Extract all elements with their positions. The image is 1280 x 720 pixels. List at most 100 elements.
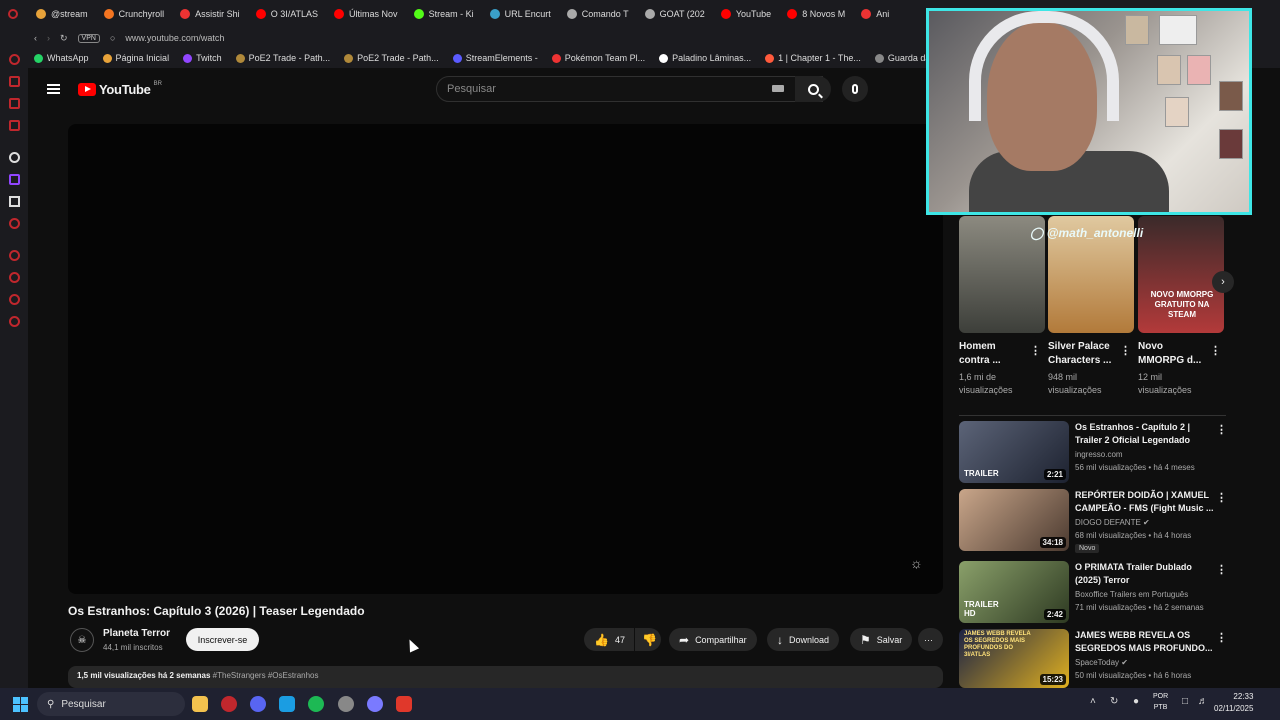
bookmark-chapter[interactable]: 1 | Chapter 1 - The...	[765, 53, 861, 63]
tab-atlas[interactable]: O 3I/ATLAS	[248, 0, 326, 28]
short-menu-icon[interactable]: ⋮	[1210, 344, 1221, 357]
bookmark-poe2-trade-1[interactable]: PoE2 Trade - Path...	[235, 53, 330, 63]
bookmark-streamelements[interactable]: StreamElements -	[452, 53, 538, 63]
opera-icon[interactable]	[221, 696, 237, 712]
search-button[interactable]	[795, 76, 831, 102]
back-icon[interactable]: ‹	[34, 33, 37, 43]
sidebar-clock-icon[interactable]	[9, 272, 20, 283]
related-menu-icon[interactable]: ⋮	[1216, 423, 1227, 436]
file-explorer-icon[interactable]	[192, 696, 208, 712]
like-button[interactable]: 👍 47	[584, 628, 634, 651]
sidebar-box-icon[interactable]	[9, 120, 20, 131]
tab-assistir[interactable]: Assistir Shi	[172, 0, 248, 28]
related-channel[interactable]: ingresso.com	[1075, 450, 1123, 459]
menu-icon[interactable]	[47, 84, 60, 94]
bookmark-pokemon[interactable]: Pokémon Team Pl...	[551, 53, 645, 63]
next-shorts-button[interactable]: ›	[1212, 271, 1234, 293]
tab-goat[interactable]: GOAT (202	[637, 0, 713, 28]
tab-url[interactable]: URL Encurt	[482, 0, 559, 28]
sidebar-history-icon[interactable]	[9, 250, 20, 261]
channel-avatar[interactable]: ☠	[70, 628, 94, 652]
short-thumbnail[interactable]: NOVO MMORPG GRATUITO NA STEAM	[1138, 216, 1224, 333]
keyboard-icon[interactable]	[772, 85, 784, 92]
bookmark-pagina-inicial[interactable]: Página Inicial	[102, 53, 169, 63]
related-channel[interactable]: DIOGO DEFANTE ✔	[1075, 518, 1150, 527]
short-title[interactable]: Novo MMORPG d...	[1138, 340, 1218, 368]
related-title[interactable]: O PRIMATA Trailer Dublado (2025) Terror	[1075, 561, 1215, 587]
related-title[interactable]: Os Estranhos - Capítulo 2 | Trailer 2 Ofi…	[1075, 421, 1215, 447]
tab-favicon-icon	[180, 9, 191, 19]
sidebar-aria-icon[interactable]	[9, 54, 20, 65]
short-menu-icon[interactable]: ⋮	[1120, 344, 1131, 357]
related-channel[interactable]: SpaceToday ✔	[1075, 658, 1128, 667]
tray-network-icon[interactable]: □	[1182, 696, 1188, 707]
sidebar-messenger-icon[interactable]	[9, 98, 20, 109]
tab-ultimas[interactable]: Últimas Nov	[326, 0, 406, 28]
voice-search-button[interactable]	[842, 76, 868, 102]
related-thumbnail[interactable]: TRAILER HD 2:42	[959, 561, 1069, 623]
bookmark-paladino[interactable]: Paladino Lâminas...	[659, 53, 751, 63]
sidebar-x-icon[interactable]	[9, 196, 20, 207]
vpn-badge[interactable]: VPN	[77, 33, 100, 43]
related-thumbnail[interactable]: 34:18	[959, 489, 1069, 551]
subscribe-button[interactable]: Inscrever-se	[186, 628, 259, 651]
input-language[interactable]: POR PTB	[1153, 691, 1168, 713]
app-icon[interactable]	[367, 696, 383, 712]
sidebar-bag-icon[interactable]	[9, 76, 20, 87]
download-button[interactable]: ↓ Download	[767, 628, 840, 651]
search-input[interactable]: Pesquisar	[436, 76, 823, 102]
steam-icon[interactable]	[279, 696, 295, 712]
tray-mic-icon[interactable]: ●	[1133, 696, 1139, 707]
related-title[interactable]: JAMES WEBB REVELA OS SEGREDOS MAIS PROFUN…	[1075, 629, 1215, 655]
tray-sync-icon[interactable]: ↻	[1110, 696, 1118, 707]
streamlabs-icon[interactable]	[396, 696, 412, 712]
short-title[interactable]: Homem contra ...	[959, 340, 1039, 368]
opera-menu-icon[interactable]	[0, 0, 28, 28]
forward-icon[interactable]: ›	[47, 33, 50, 43]
obs-icon[interactable]	[338, 696, 354, 712]
related-channel[interactable]: Boxoffice Trailers em Português	[1075, 590, 1188, 599]
tab-label: Crunchyroll	[118, 9, 165, 19]
youtube-logo[interactable]: YouTube BR	[78, 81, 162, 97]
hashtags[interactable]: #TheStrangers #OsEstranhos	[213, 671, 319, 680]
windows-start-icon[interactable]	[13, 697, 28, 712]
tab-kick[interactable]: Stream - Ki	[406, 0, 482, 28]
related-menu-icon[interactable]: ⋮	[1216, 631, 1227, 644]
share-button[interactable]: ➦ Compartilhar	[669, 628, 757, 651]
related-title[interactable]: REPÓRTER DOIDÃO | XAMUEL CAMPEÃO - FMS (F…	[1075, 489, 1215, 515]
short-title[interactable]: Silver Palace Characters ...	[1048, 340, 1128, 368]
sidebar-ext-icon[interactable]	[9, 218, 20, 229]
clock[interactable]: 22:33 02/11/2025	[1214, 691, 1253, 715]
video-description[interactable]: 1,5 mil visualizações há 2 semanas #TheS…	[68, 666, 943, 688]
tab-novos[interactable]: 8 Novos M	[779, 0, 853, 28]
spotify-icon[interactable]	[308, 696, 324, 712]
discord-icon[interactable]	[250, 696, 266, 712]
channel-name[interactable]: Planeta Terror	[103, 628, 170, 639]
short-menu-icon[interactable]: ⋮	[1030, 344, 1041, 357]
bookmark-poe2-trade-2[interactable]: PoE2 Trade - Path...	[344, 53, 439, 63]
taskbar-search[interactable]: ⚲ Pesquisar	[37, 692, 185, 716]
related-thumbnail[interactable]: JAMES WEBB REVELA OS SEGREDOS MAIS PROFU…	[959, 629, 1069, 688]
tab-stream[interactable]: @stream	[28, 0, 96, 28]
sidebar-settings-icon[interactable]	[9, 316, 20, 327]
url-field[interactable]: www.youtube.com/watch	[125, 33, 224, 43]
sidebar-twitch-icon[interactable]	[9, 174, 20, 185]
sidebar-puzzle-icon[interactable]	[9, 294, 20, 305]
save-button[interactable]: ⚑ Salvar	[850, 628, 913, 651]
dislike-button[interactable]: 👎	[635, 628, 661, 651]
video-player[interactable]	[68, 124, 943, 594]
tray-chevron-icon[interactable]: ˄	[1090, 696, 1096, 707]
tab-comando[interactable]: Comando T	[559, 0, 637, 28]
related-menu-icon[interactable]: ⋮	[1216, 563, 1227, 576]
bookmark-whatsapp[interactable]: WhatsApp	[34, 53, 89, 63]
sidebar-kick-icon[interactable]	[9, 152, 20, 163]
tray-volume-icon[interactable]: ♬	[1198, 696, 1208, 707]
related-thumbnail[interactable]: TRAILER 2:21	[959, 421, 1069, 483]
tab-ani[interactable]: Ani	[853, 0, 897, 28]
related-menu-icon[interactable]: ⋮	[1216, 491, 1227, 504]
bookmark-twitch[interactable]: Twitch	[183, 53, 222, 63]
reload-icon[interactable]: ↻	[60, 33, 68, 44]
more-actions-button[interactable]: ···	[918, 628, 943, 651]
tab-youtube[interactable]: YouTube	[713, 0, 779, 28]
tab-crunchyroll[interactable]: Crunchyroll	[96, 0, 173, 28]
